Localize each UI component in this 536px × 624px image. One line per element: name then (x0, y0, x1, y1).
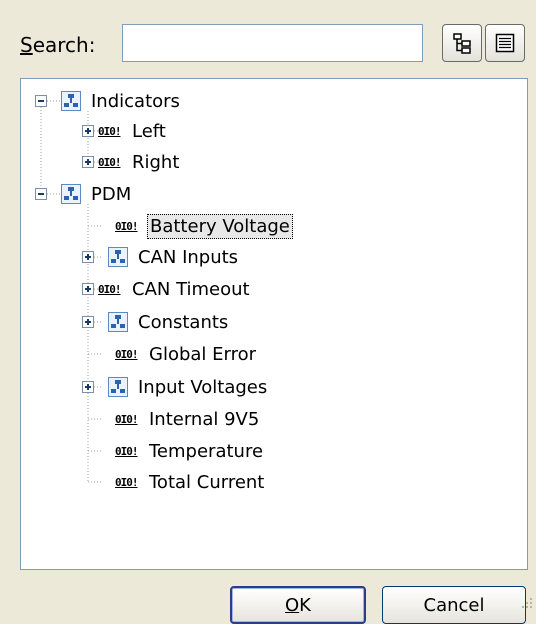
tree-node-input-voltages[interactable]: Input Voltages (82, 373, 269, 401)
signal-icon: 0I0! (98, 155, 122, 169)
tree-node-internal-9v5[interactable]: 0I0! Internal 9V5 (115, 405, 261, 433)
search-label: Search: (20, 33, 95, 57)
tree-node-indicators[interactable]: Indicators (35, 87, 182, 115)
tree-node-label: PDM (91, 183, 132, 205)
search-label-accesskey: S (20, 33, 33, 57)
select-signal-dialog: Search: Indicators 0I0! Left 0I0! Right … (0, 0, 536, 624)
expand-icon[interactable] (82, 125, 94, 137)
tree-view-button[interactable] (442, 24, 482, 62)
expand-icon[interactable] (82, 156, 94, 168)
signal-icon: 0I0! (98, 124, 122, 138)
expand-icon[interactable] (82, 251, 94, 263)
group-icon (61, 184, 81, 204)
expand-icon[interactable] (82, 316, 94, 328)
tree-node-label: Constants (138, 311, 229, 333)
group-icon (61, 91, 81, 111)
tree-node-temperature[interactable]: 0I0! Temperature (115, 437, 265, 465)
tree-node-pdm[interactable]: PDM (35, 180, 133, 208)
expand-icon[interactable] (82, 381, 94, 393)
tree-node-label: CAN Inputs (138, 246, 239, 268)
signal-icon: 0I0! (115, 219, 139, 233)
signal-icon: 0I0! (115, 347, 139, 361)
tree-node-label: Temperature (149, 440, 264, 462)
cancel-button[interactable]: Cancel (382, 586, 526, 624)
ok-button[interactable]: OK (230, 586, 366, 624)
resize-grip-icon[interactable] (520, 596, 534, 610)
tree-node-label: Indicators (91, 90, 180, 112)
collapse-icon[interactable] (35, 188, 47, 200)
signal-icon: 0I0! (98, 282, 122, 296)
ok-accesskey: O (285, 594, 300, 616)
tree-node-label: Total Current (149, 471, 265, 493)
group-icon (108, 377, 128, 397)
expand-icon[interactable] (82, 283, 94, 295)
group-icon (108, 312, 128, 332)
signal-icon: 0I0! (115, 444, 139, 458)
list-view-button[interactable] (485, 24, 525, 62)
signal-tree[interactable]: Indicators 0I0! Left 0I0! Right PDM 0I0!… (20, 78, 528, 570)
tree-node-global-error[interactable]: 0I0! Global Error (115, 340, 258, 368)
search-label-text: earch: (32, 33, 96, 57)
cancel-label: Cancel (423, 594, 485, 616)
tree-node-constants[interactable]: Constants (82, 308, 230, 336)
ok-label: K (299, 594, 311, 616)
tree-node-can-timeout[interactable]: 0I0! CAN Timeout (82, 275, 252, 303)
tree-node-label: Input Voltages (138, 376, 268, 398)
search-input[interactable] (122, 24, 423, 62)
group-icon (108, 247, 128, 267)
tree-node-can-inputs[interactable]: CAN Inputs (82, 243, 240, 271)
tree-node-label: Right (132, 151, 180, 173)
tree-view-icon (453, 33, 471, 54)
tree-node-label: CAN Timeout (132, 278, 250, 300)
tree-node-label: Battery Voltage (147, 213, 293, 239)
collapse-icon[interactable] (35, 95, 47, 107)
tree-node-label: Global Error (149, 343, 257, 365)
tree-node-label: Left (132, 120, 166, 142)
signal-icon: 0I0! (115, 475, 139, 489)
tree-node-left[interactable]: 0I0! Left (82, 117, 168, 145)
tree-node-total-current[interactable]: 0I0! Total Current (115, 468, 266, 496)
tree-node-label: Internal 9V5 (149, 408, 260, 430)
signal-icon: 0I0! (115, 412, 139, 426)
tree-node-right[interactable]: 0I0! Right (82, 148, 181, 176)
tree-node-battery-voltage[interactable]: 0I0! Battery Voltage (115, 212, 293, 240)
list-view-icon (495, 33, 515, 53)
